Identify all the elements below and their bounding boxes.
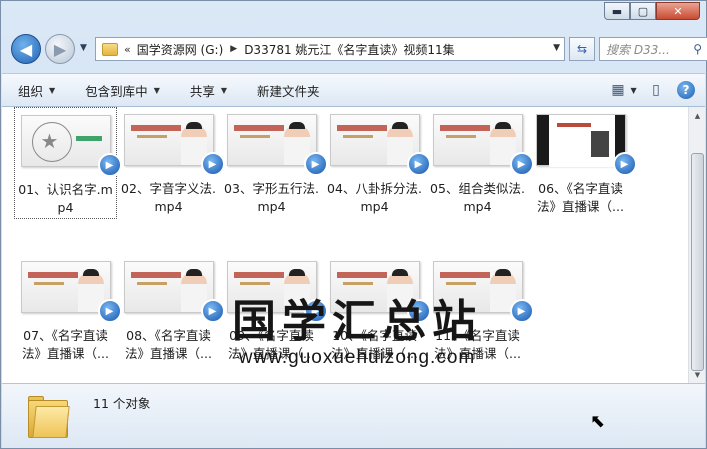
- vertical-scrollbar[interactable]: ▲ ▼: [688, 107, 705, 383]
- command-bar: 组织 ▼ 包含到库中 ▼ 共享 ▼ 新建文件夹 ▦ ▼ ▯ ?: [2, 73, 705, 107]
- file-name: 01、认识名字.mp4: [18, 182, 113, 215]
- folder-icon: [102, 42, 118, 56]
- file-item[interactable]: ▶ 07、《名字直读法》直播课（...: [14, 254, 122, 366]
- file-item[interactable]: ▶ 08、《名字直读法》直播课（...: [117, 254, 225, 366]
- breadcrumb-separator-icon[interactable]: ▶: [230, 44, 237, 54]
- file-name: 06、《名字直读法》直播课（...: [537, 181, 624, 214]
- include-in-library-menu[interactable]: 包含到库中 ▼: [85, 81, 160, 100]
- file-item[interactable]: ▶ 03、字形五行法.mp4: [220, 107, 328, 219]
- video-thumbnail: ▶: [329, 261, 431, 323]
- media-player-icon: ▶: [97, 153, 122, 177]
- media-player-icon: ▶: [509, 299, 534, 323]
- back-button[interactable]: ◀: [11, 34, 41, 64]
- breadcrumb-current-folder[interactable]: D33781 姚元江《名字直读》视频11集: [244, 41, 455, 58]
- file-item[interactable]: ▶ 01、认识名字.mp4: [14, 107, 122, 219]
- video-thumbnail: ▶: [226, 261, 328, 323]
- preview-pane-icon: ▯: [652, 82, 660, 98]
- media-player-icon: ▶: [509, 152, 534, 176]
- recent-pages-button[interactable]: ▼: [80, 43, 87, 53]
- media-player-icon: ▶: [200, 152, 225, 176]
- new-folder-button[interactable]: 新建文件夹: [257, 81, 320, 100]
- file-list: ▶ 11、《名字直读法》直播课（... ▶ 10、《名字直读法》直播课（... ▶ 09、…: [2, 107, 688, 383]
- close-button[interactable]: ✕: [656, 2, 700, 20]
- media-player-icon: ▶: [303, 152, 328, 176]
- organize-menu[interactable]: 组织 ▼: [18, 81, 55, 100]
- preview-pane-button[interactable]: ▯: [645, 80, 667, 100]
- file-name: 09、《名字直读法》直播课（...: [228, 328, 315, 361]
- file-item[interactable]: ▶ 02、字音字义法.mp4: [117, 107, 225, 219]
- file-name: 07、《名字直读法》直播课（...: [22, 328, 109, 361]
- item-count: 11 个对象: [93, 396, 151, 411]
- video-thumbnail: ▶: [432, 261, 534, 323]
- file-item[interactable]: ▶ 05、组合类似法.mp4: [426, 107, 534, 219]
- breadcrumb-drive[interactable]: 国学资源网 (G:): [137, 41, 224, 58]
- help-icon: ?: [682, 83, 690, 97]
- mouse-cursor-icon: ⬉: [590, 411, 606, 432]
- include-in-library-label: 包含到库中: [85, 83, 148, 99]
- details-pane: 11 个对象 ⬉: [2, 383, 705, 448]
- file-name: 02、字音字义法.mp4: [121, 181, 216, 214]
- chevron-down-icon: ▼: [630, 85, 637, 95]
- media-player-icon: ▶: [200, 299, 225, 323]
- navigation-bar: ◀ ▶ ▼ « 国学资源网 (G:) ▶ D33781 姚元江《名字直读》视频1…: [9, 33, 707, 64]
- caption-buttons: ▬ ▢ ✕: [604, 2, 700, 20]
- video-thumbnail: ▶: [535, 114, 637, 176]
- folder-icon: [28, 396, 70, 438]
- refresh-icon: ⇆: [576, 42, 588, 56]
- view-grid-icon: ▦: [611, 82, 625, 98]
- chevron-down-icon: ▼: [49, 85, 56, 95]
- new-folder-label: 新建文件夹: [257, 83, 320, 99]
- organize-label: 组织: [18, 83, 44, 99]
- breadcrumb-overflow-button[interactable]: «: [124, 43, 131, 56]
- forward-arrow-icon: ▶: [53, 39, 67, 59]
- scroll-down-button[interactable]: ▼: [689, 366, 706, 383]
- back-arrow-icon: ◀: [19, 39, 33, 59]
- search-icon[interactable]: ⚲: [693, 42, 702, 56]
- maximize-button[interactable]: ▢: [630, 2, 656, 20]
- video-thumbnail: ▶: [432, 114, 534, 176]
- search-input[interactable]: 搜索 D33... ⚲: [599, 37, 707, 61]
- video-thumbnail: ▶: [123, 114, 225, 176]
- file-item[interactable]: ▶ 04、八卦拆分法.mp4: [323, 107, 431, 219]
- scroll-up-button[interactable]: ▲: [689, 107, 706, 124]
- video-thumbnail: ▶: [20, 261, 122, 323]
- file-name: 03、字形五行法.mp4: [224, 181, 319, 214]
- address-dropdown-button[interactable]: ▼: [553, 43, 560, 53]
- video-thumbnail: ▶: [20, 115, 122, 177]
- search-placeholder: 搜索 D33...: [606, 42, 670, 57]
- file-name: 04、八卦拆分法.mp4: [327, 181, 422, 214]
- minimize-button[interactable]: ▬: [604, 2, 630, 20]
- video-thumbnail: ▶: [329, 114, 431, 176]
- file-name: 05、组合类似法.mp4: [430, 181, 525, 214]
- media-player-icon: ▶: [406, 299, 431, 323]
- help-button[interactable]: ?: [677, 81, 695, 99]
- chevron-down-icon: ▼: [220, 85, 228, 95]
- forward-button[interactable]: ▶: [45, 34, 75, 64]
- media-player-icon: ▶: [612, 152, 637, 176]
- file-item[interactable]: ▶ 11、《名字直读法》直播课（...: [426, 254, 534, 366]
- change-view-button[interactable]: ▦ ▼: [611, 80, 637, 100]
- file-name: 10、《名字直读法》直播课（...: [331, 328, 418, 361]
- file-item[interactable]: ▶ 06、《名字直读法》直播课（...: [529, 107, 637, 219]
- explorer-window: ▬ ▢ ✕ ◀ ▶ ▼ « 国学资源网 (G:) ▶ D33781 姚元江《名字…: [0, 0, 707, 449]
- video-thumbnail: ▶: [123, 261, 225, 323]
- scrollbar-thumb[interactable]: [691, 153, 704, 371]
- file-name: 08、《名字直读法》直播课（...: [125, 328, 212, 361]
- share-menu[interactable]: 共享 ▼: [190, 81, 227, 100]
- view-controls: ▦ ▼ ▯ ?: [603, 80, 695, 100]
- media-player-icon: ▶: [303, 299, 328, 323]
- media-player-icon: ▶: [406, 152, 431, 176]
- share-label: 共享: [189, 83, 215, 99]
- file-item[interactable]: ▶ 09、《名字直读法》直播课（...: [220, 254, 328, 366]
- media-player-icon: ▶: [97, 299, 122, 323]
- address-bar[interactable]: « 国学资源网 (G:) ▶ D33781 姚元江《名字直读》视频11集 ▼: [95, 37, 565, 61]
- video-thumbnail: ▶: [226, 114, 328, 176]
- file-item[interactable]: ▶ 10、《名字直读法》直播课（...: [323, 254, 431, 366]
- chevron-down-icon: ▼: [153, 85, 160, 95]
- file-name: 11、《名字直读法》直播课（...: [434, 328, 521, 361]
- refresh-button[interactable]: ⇆: [569, 37, 595, 61]
